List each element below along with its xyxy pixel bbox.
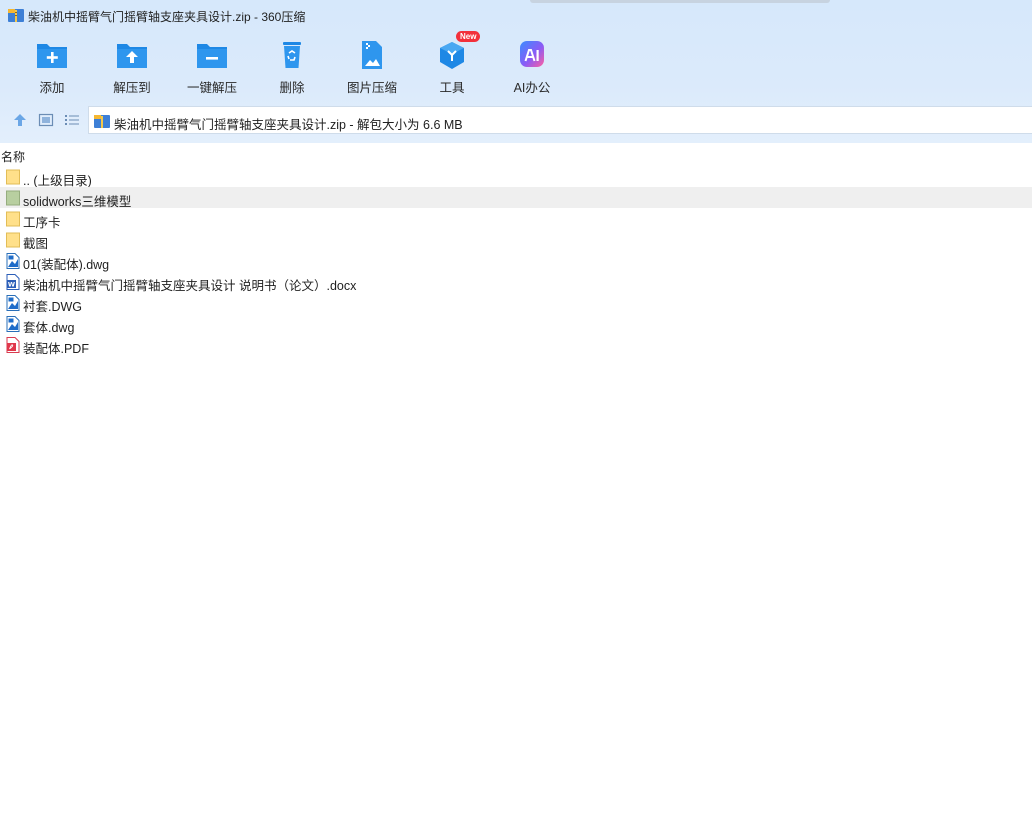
ai-office-button[interactable]: AI办公	[492, 36, 572, 98]
one-click-extract-icon	[197, 44, 227, 68]
one-click-extract-button[interactable]: 一键解压	[172, 36, 252, 98]
file-row[interactable]: 装配体.PDF	[0, 334, 1032, 356]
file-row[interactable]: 01(装配体).dwg	[0, 250, 1032, 272]
file-row[interactable]: solidworks三维模型	[0, 187, 1032, 209]
one-click-extract-label: 一键解压	[186, 81, 237, 95]
column-header-name[interactable]: 名称	[0, 145, 1032, 165]
image-compress-icon	[362, 41, 382, 69]
zip-archive-icon	[94, 115, 110, 128]
file-row[interactable]: 截图	[0, 229, 1032, 251]
svg-text:W: W	[8, 281, 15, 289]
title-bar: 柴油机中摇臂气门摇臂轴支座夹具设计.zip - 360压缩	[0, 0, 1032, 30]
up-arrow-icon[interactable]	[12, 112, 28, 128]
pdf-file-icon	[6, 337, 20, 353]
extract-to-folder-icon	[117, 44, 147, 68]
new-badge: New	[456, 31, 481, 42]
title-shadow	[530, 0, 830, 3]
ai-office-icon	[520, 41, 544, 67]
archive-app-icon	[8, 9, 24, 22]
add-button[interactable]: 添加	[12, 36, 92, 98]
image-compress-button[interactable]: 图片压缩	[332, 36, 412, 98]
tools-label: 工具	[439, 81, 465, 95]
navigation-bar: 柴油机中摇臂气门摇臂轴支座夹具设计.zip - 解包大小为 6.6 MB	[0, 105, 1032, 135]
folder-icon	[6, 211, 20, 227]
file-name: 装配体.PDF	[23, 342, 89, 356]
address-path: 柴油机中摇臂气门摇臂轴支座夹具设计.zip - 解包大小为 6.6 MB	[114, 118, 463, 132]
folder-icon	[6, 190, 20, 206]
dwg-file-icon	[6, 253, 20, 269]
file-row[interactable]: W 柴油机中摇臂气门摇臂轴支座夹具设计 说明书（论文）.docx	[0, 271, 1032, 293]
main-toolbar: 添加 解压到 一键解压 删除 图片压缩 New 工具 AI办公	[0, 31, 600, 98]
word-file-icon: W	[6, 274, 20, 290]
tools-button[interactable]: New 工具	[412, 31, 492, 98]
dwg-file-icon	[6, 316, 20, 332]
dwg-file-icon	[6, 295, 20, 311]
column-header-label: 名称	[1, 150, 26, 164]
delete-label: 删除	[279, 81, 305, 95]
folder-icon	[6, 169, 20, 185]
window-title: 柴油机中摇臂气门摇臂轴支座夹具设计.zip - 360压缩	[28, 10, 306, 24]
ai-office-label: AI办公	[513, 81, 551, 95]
extract-to-label: 解压到	[113, 81, 151, 95]
file-row[interactable]: 工序卡	[0, 208, 1032, 230]
thumbnail-view-icon[interactable]	[38, 112, 54, 128]
folder-icon	[6, 232, 20, 248]
recycle-bin-icon	[283, 42, 301, 68]
image-compress-label: 图片压缩	[346, 81, 397, 95]
extract-to-button[interactable]: 解压到	[92, 36, 172, 98]
list-view-icon[interactable]	[64, 112, 80, 128]
delete-button[interactable]: 删除	[252, 36, 332, 98]
file-row[interactable]: 衬套.DWG	[0, 292, 1032, 314]
file-row[interactable]: .. (上级目录)	[0, 166, 1032, 188]
address-bar[interactable]: 柴油机中摇臂气门摇臂轴支座夹具设计.zip - 解包大小为 6.6 MB	[88, 106, 1032, 134]
add-label: 添加	[39, 81, 65, 95]
tools-cube-icon	[440, 42, 464, 69]
file-row[interactable]: 套体.dwg	[0, 313, 1032, 335]
add-folder-icon	[37, 44, 67, 68]
